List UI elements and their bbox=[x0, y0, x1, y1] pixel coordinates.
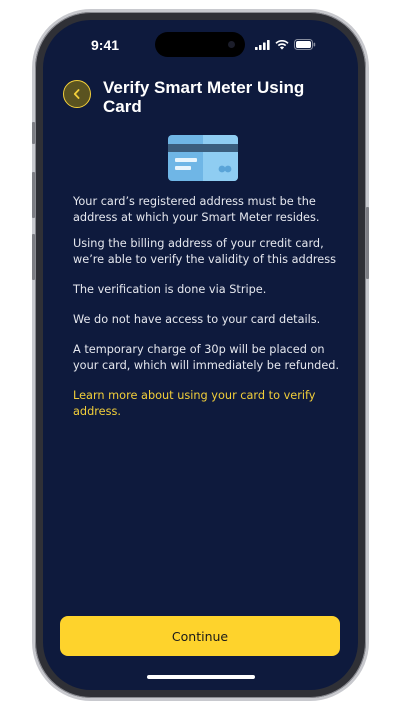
app-screen: 9:41 Verify Smart Meter Using Card Your … bbox=[43, 20, 358, 690]
volume-up-button bbox=[32, 172, 35, 218]
status-bar: 9:41 bbox=[43, 20, 358, 66]
phone-frame: 9:41 Verify Smart Meter Using Card Your … bbox=[32, 12, 369, 698]
status-time: 9:41 bbox=[91, 37, 120, 53]
status-icons bbox=[255, 39, 316, 50]
learn-more-link[interactable]: Learn more about using your card to veri… bbox=[73, 388, 345, 420]
card-illustration bbox=[168, 135, 238, 185]
credit-card-icon bbox=[168, 135, 238, 181]
volume-down-button bbox=[32, 234, 35, 280]
wifi-icon bbox=[275, 39, 289, 50]
header: Verify Smart Meter Using Card bbox=[63, 78, 343, 116]
signal-icon bbox=[255, 39, 270, 50]
back-button[interactable] bbox=[63, 80, 91, 108]
power-button bbox=[366, 207, 369, 279]
info-content: Your card’s registered address must be t… bbox=[73, 194, 345, 420]
home-indicator[interactable] bbox=[147, 675, 255, 679]
battery-icon bbox=[294, 39, 316, 50]
info-paragraph: We do not have access to your card detai… bbox=[73, 313, 321, 326]
action-button bbox=[32, 122, 35, 144]
info-paragraph: Using the billing address of your credit… bbox=[73, 237, 336, 266]
continue-button[interactable]: Continue bbox=[60, 616, 340, 656]
camera-icon bbox=[228, 41, 235, 48]
dynamic-island bbox=[155, 32, 245, 57]
info-paragraph: A temporary charge of 30p will be placed… bbox=[73, 343, 340, 372]
chevron-left-icon bbox=[73, 89, 80, 99]
info-paragraph: The verification is done via Stripe. bbox=[73, 283, 267, 296]
info-paragraph: Your card’s registered address must be t… bbox=[73, 195, 320, 224]
page-title: Verify Smart Meter Using Card bbox=[103, 78, 305, 116]
